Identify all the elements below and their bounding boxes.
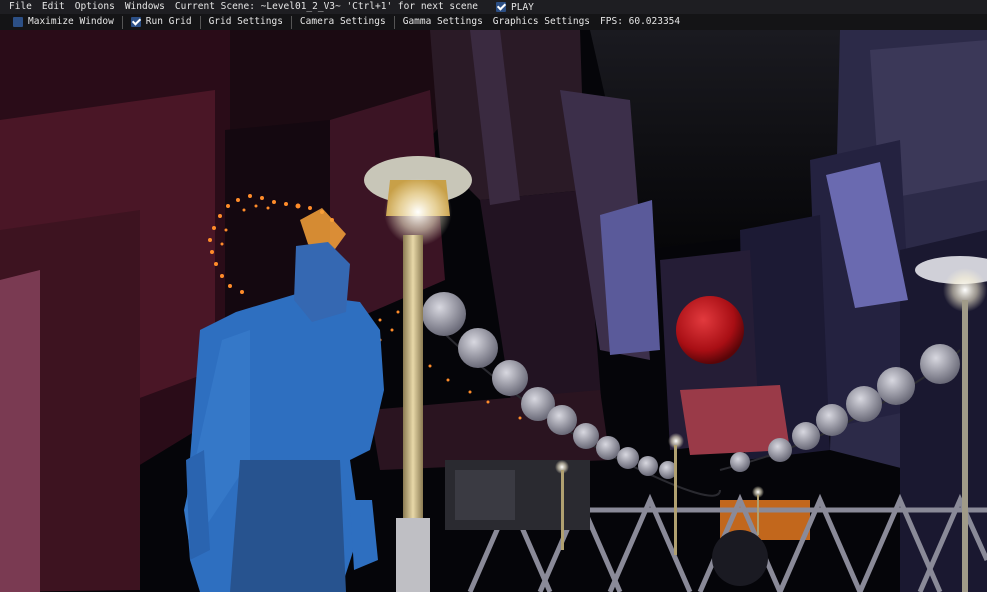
- menu-file[interactable]: File: [0, 0, 37, 14]
- maximize-checkbox-icon[interactable]: [13, 17, 23, 27]
- camera-settings-button[interactable]: Camera Settings: [295, 14, 391, 30]
- toolbar-separator: [290, 15, 292, 29]
- toolbar-separator: [199, 15, 201, 29]
- run-grid-checkbox-icon[interactable]: [130, 17, 141, 27]
- play-toggle[interactable]: PLAY: [496, 0, 534, 14]
- menu-bar: File Edit Options Windows Current Scene:…: [0, 0, 987, 14]
- fps-readout: FPS: 60.023354: [600, 16, 681, 27]
- graphics-settings-button[interactable]: Graphics Settings: [488, 14, 595, 30]
- gamma-settings-button[interactable]: Gamma Settings: [398, 14, 488, 30]
- menu-edit[interactable]: Edit: [37, 0, 70, 14]
- crate: [455, 470, 515, 520]
- maximize-window-toggle[interactable]: Maximize Window: [0, 14, 119, 30]
- run-grid-toggle[interactable]: Run Grid: [126, 14, 197, 30]
- tool-bar: Maximize Window Run Grid Grid Settings C…: [0, 14, 987, 30]
- menu-windows[interactable]: Windows: [120, 0, 170, 14]
- red-orb: [676, 296, 744, 364]
- grid-settings-button[interactable]: Grid Settings: [204, 14, 288, 30]
- play-checkbox-icon[interactable]: [496, 2, 506, 12]
- toolbar-separator: [393, 15, 395, 29]
- toolbar-separator: [121, 15, 123, 29]
- banner-left: [600, 200, 660, 355]
- play-label: PLAY: [511, 1, 534, 13]
- menu-options[interactable]: Options: [70, 0, 120, 14]
- barrel: [712, 530, 768, 586]
- current-scene-label: Current Scene: ~Level01_2_V3~ 'Ctrl+1' f…: [174, 1, 479, 12]
- game-window: File Edit Options Windows Current Scene:…: [0, 0, 987, 592]
- game-viewport[interactable]: [0, 30, 987, 592]
- maximize-label: Maximize Window: [28, 16, 114, 27]
- run-grid-label: Run Grid: [145, 16, 192, 27]
